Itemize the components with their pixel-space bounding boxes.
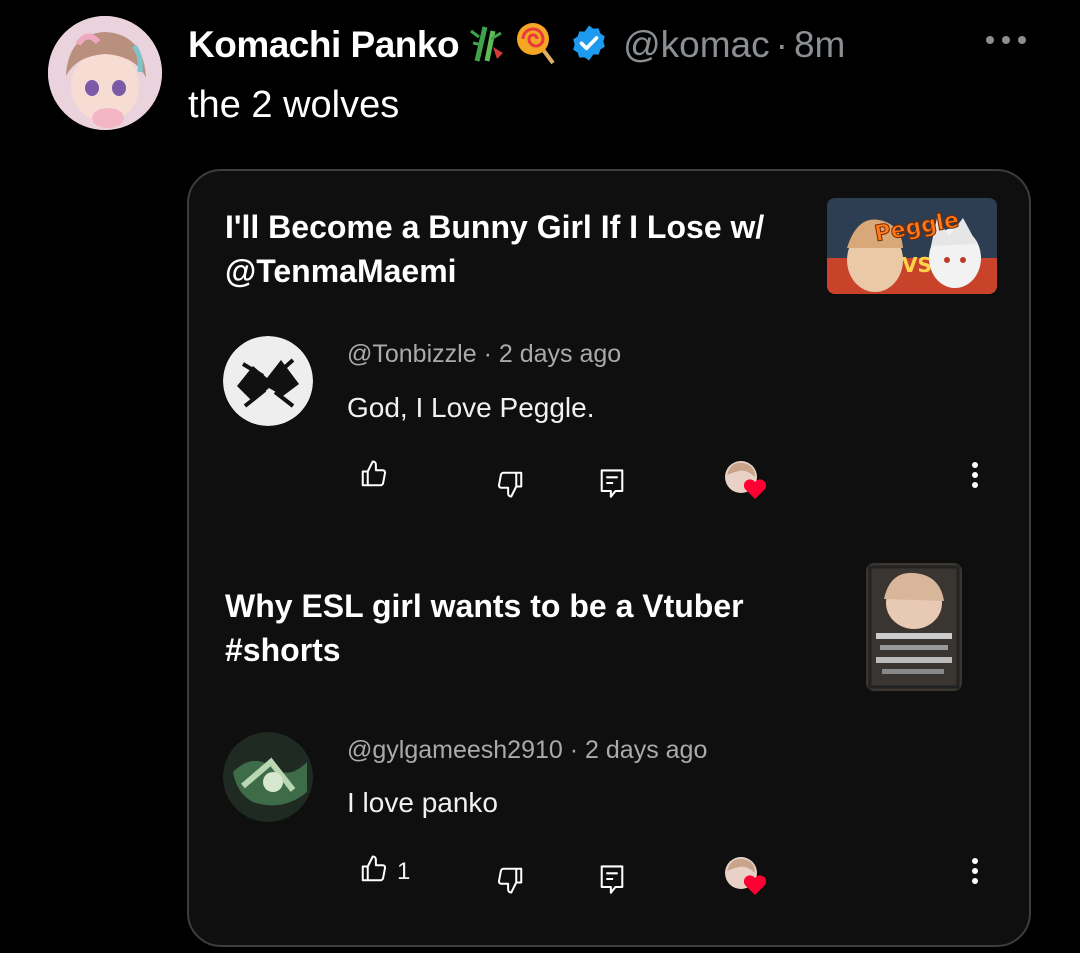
comment-age: 2 days ago	[585, 736, 708, 764]
comment-username[interactable]: @gylgameesh2910	[347, 736, 563, 764]
author-handle[interactable]: @komac	[623, 24, 770, 66]
comment-meta: @gylgameesh2910 · 2 days ago	[347, 736, 707, 765]
svg-text:VS: VS	[902, 253, 932, 277]
post-time[interactable]: 8m	[794, 24, 845, 66]
bamboo-emoji-icon	[469, 23, 505, 68]
reply-icon	[598, 863, 626, 900]
comment-age: 2 days ago	[498, 340, 622, 368]
thumbs-down-icon	[495, 865, 525, 900]
reply-button[interactable]	[598, 467, 626, 504]
thumbs-up-icon	[359, 854, 389, 889]
verified-badge-icon	[569, 23, 609, 68]
video-title[interactable]: Why ESL girl wants to be a Vtuber #short…	[225, 584, 825, 672]
video-title[interactable]: I'll Become a Bunny Girl If I Lose w/ @T…	[225, 205, 825, 293]
dislike-button[interactable]	[495, 865, 525, 900]
comment-username[interactable]: @Tonbizzle	[347, 340, 477, 368]
video-thumbnail[interactable]	[866, 563, 962, 691]
thumbs-up-icon	[359, 459, 389, 494]
kebab-menu-icon[interactable]	[971, 857, 979, 885]
reply-button[interactable]	[598, 863, 626, 900]
comment-text: God, I Love Peggle.	[347, 392, 595, 423]
comment-meta: @Tonbizzle · 2 days ago	[347, 340, 621, 369]
author-avatar[interactable]	[48, 16, 162, 130]
post-header: Komachi Panko @komac · 8m	[188, 20, 845, 70]
reply-icon	[598, 467, 626, 504]
creator-heart-icon[interactable]	[723, 855, 767, 899]
commenter-avatar[interactable]	[223, 732, 313, 822]
author-name[interactable]: Komachi Panko	[188, 24, 460, 66]
video-thumbnail[interactable]: Peggle VS	[827, 198, 997, 294]
commenter-avatar[interactable]	[223, 336, 313, 426]
creator-heart-icon[interactable]	[723, 459, 767, 503]
dislike-button[interactable]	[495, 469, 525, 504]
thumbs-down-icon	[495, 469, 525, 504]
like-button[interactable]	[359, 459, 397, 494]
lollipop-emoji-icon	[515, 21, 555, 70]
meta-separator: ·	[775, 24, 788, 65]
meta-dot: ·	[569, 736, 586, 764]
meta-dot: ·	[483, 340, 499, 368]
comment-text: I love panko	[347, 787, 498, 818]
like-button[interactable]: 1	[359, 854, 410, 889]
more-dots-icon[interactable]	[984, 30, 1028, 55]
kebab-menu-icon[interactable]	[971, 461, 979, 489]
embedded-image-card[interactable]: I'll Become a Bunny Girl If I Lose w/ @T…	[187, 169, 1031, 947]
like-count: 1	[397, 857, 411, 885]
post-text: the 2 wolves	[188, 84, 400, 126]
